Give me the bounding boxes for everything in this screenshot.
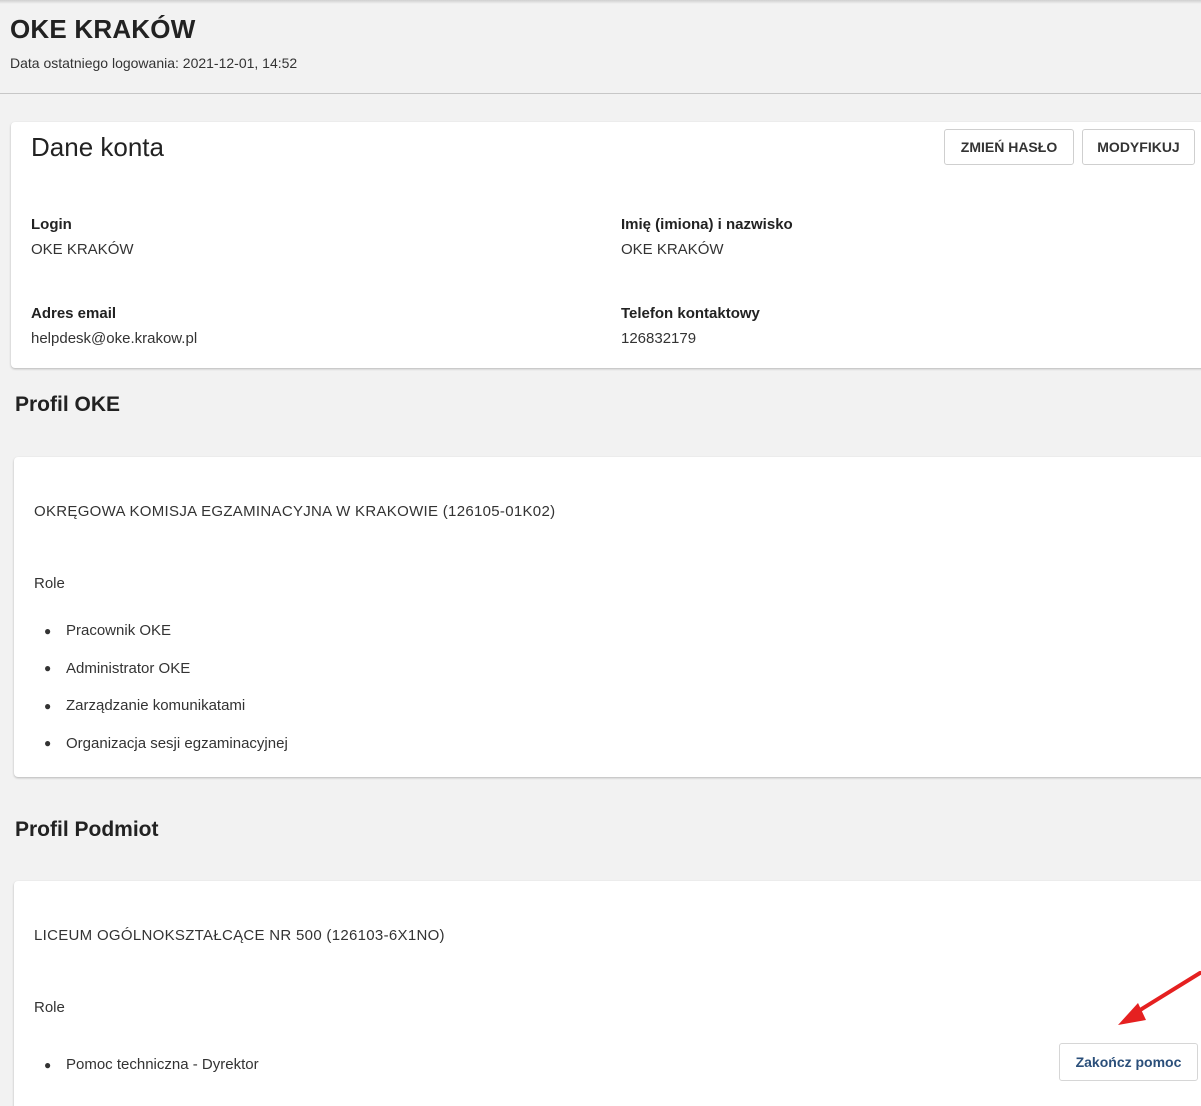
red-arrow-icon	[1118, 971, 1201, 1025]
list-item: ● Administrator OKE	[34, 650, 288, 688]
list-item: ● Pomoc techniczna - Dyrektor	[34, 1046, 259, 1084]
bullet-icon: ●	[44, 698, 52, 713]
list-item: ● Zarządzanie komunikatami	[34, 687, 288, 725]
login-label: Login	[31, 216, 72, 233]
change-password-button[interactable]: ZMIEŃ HASŁO	[944, 129, 1074, 165]
end-help-button[interactable]: Zakończ pomoc	[1059, 1043, 1198, 1081]
login-field: Login OKE KRAKÓW	[31, 216, 134, 258]
profile-podmiot-roles-label: Role	[34, 999, 65, 1016]
profile-podmiot-card: LICEUM OGÓLNOKSZTAŁCĄCE NR 500 (126103-6…	[14, 881, 1201, 1106]
full-name-label: Imię (imiona) i nazwisko	[621, 216, 793, 233]
bullet-icon: ●	[44, 623, 52, 638]
role-label: Pracownik OKE	[66, 622, 172, 640]
profile-podmiot-role-list: ● Pomoc techniczna - Dyrektor	[34, 1046, 259, 1084]
phone-label: Telefon kontaktowy	[621, 305, 760, 322]
top-shadow	[0, 0, 1201, 4]
email-label: Adres email	[31, 305, 117, 322]
profile-podmiot-title: Profil Podmiot	[15, 818, 159, 841]
profile-oke-roles-label: Role	[34, 575, 65, 592]
login-value: OKE KRAKÓW	[31, 241, 134, 258]
list-item: ● Pracownik OKE	[34, 612, 288, 650]
account-title: Dane konta	[31, 132, 164, 162]
role-label: Pomoc techniczna - Dyrektor	[66, 1056, 259, 1074]
role-label: Organizacja sesji egzaminacyjnej	[66, 734, 288, 752]
profile-oke-title: Profil OKE	[15, 393, 121, 416]
bullet-icon: ●	[44, 1057, 52, 1072]
email-field: Adres email helpdesk@oke.krakow.pl	[31, 305, 197, 347]
role-label: Zarządzanie komunikatami	[66, 697, 246, 715]
bullet-icon: ●	[44, 736, 52, 751]
role-label: Administrator OKE	[66, 659, 191, 677]
account-card: Dane konta ZMIEŃ HASŁO MODYFIKUJ Login O…	[11, 122, 1201, 368]
full-name-field: Imię (imiona) i nazwisko OKE KRAKÓW	[621, 216, 793, 258]
phone-field: Telefon kontaktowy 126832179	[621, 305, 760, 347]
list-item: ● Organizacja sesji egzaminacyjnej	[34, 725, 288, 763]
full-name-value: OKE KRAKÓW	[621, 241, 724, 258]
email-value: helpdesk@oke.krakow.pl	[31, 330, 198, 347]
bullet-icon: ●	[44, 661, 52, 676]
profile-oke-role-list: ● Pracownik OKE ● Administrator OKE ● Za…	[34, 612, 288, 762]
header-divider	[0, 93, 1201, 94]
page-title: OKE KRAKÓW	[10, 14, 196, 44]
profile-podmiot-org-name: LICEUM OGÓLNOKSZTAŁCĄCE NR 500 (126103-6…	[34, 927, 445, 944]
phone-value: 126832179	[621, 330, 697, 347]
page-header: OKE KRAKÓW Data ostatniego logowania: 20…	[10, 14, 297, 71]
last-login-text: Data ostatniego logowania: 2021-12-01, 1…	[10, 55, 298, 71]
profile-oke-card: OKRĘGOWA KOMISJA EGZAMINACYJNA W KRAKOWI…	[14, 457, 1201, 777]
modify-button[interactable]: MODYFIKUJ	[1082, 129, 1195, 165]
profile-oke-org-name: OKRĘGOWA KOMISJA EGZAMINACYJNA W KRAKOWI…	[34, 503, 556, 520]
